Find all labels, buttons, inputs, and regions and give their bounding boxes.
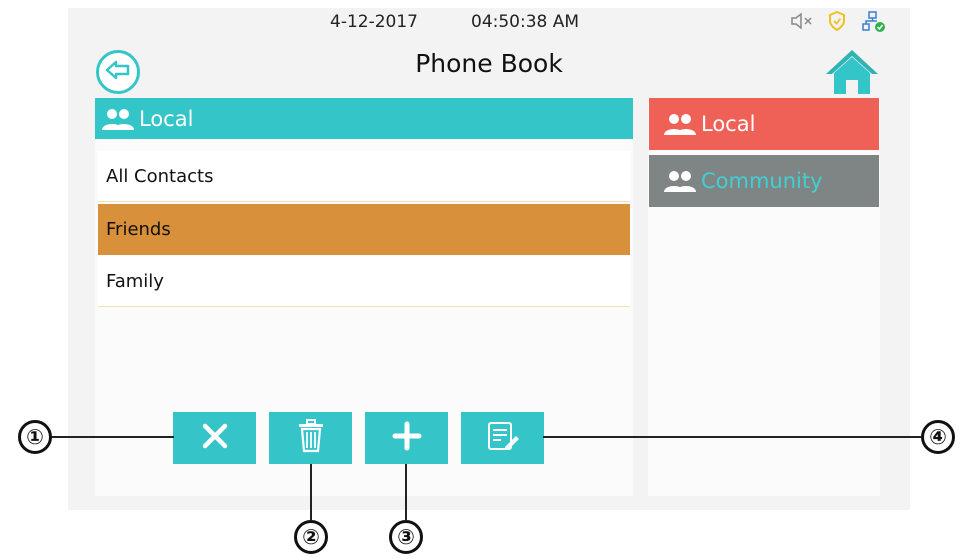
- community-button[interactable]: Community: [649, 155, 879, 207]
- local-button[interactable]: Local: [649, 98, 879, 150]
- list-item-all-contacts[interactable]: All Contacts: [98, 151, 630, 202]
- status-time: 04:50:38 AM: [471, 12, 580, 32]
- edit-button[interactable]: [461, 412, 544, 464]
- callout-line-3: [405, 464, 407, 520]
- list-item-friends[interactable]: Friends: [98, 204, 630, 255]
- group-header-label: Local: [139, 106, 194, 131]
- contacts-icon: [663, 168, 697, 194]
- callout-line-2: [310, 464, 312, 520]
- callout-4: ④: [921, 420, 955, 454]
- home-button[interactable]: [824, 46, 880, 98]
- list-item-label: Family: [106, 270, 164, 292]
- list-item-label: Friends: [106, 218, 171, 240]
- status-bar: 4-12-2017 04:50:38 AM: [68, 8, 910, 36]
- list-item-label: All Contacts: [106, 165, 214, 187]
- mute-icon: [790, 11, 814, 35]
- plus-icon: [392, 421, 422, 455]
- delete-button[interactable]: [269, 412, 352, 464]
- group-header: Local: [95, 98, 633, 139]
- shield-icon: [828, 10, 846, 35]
- list-item-family[interactable]: Family: [98, 256, 630, 307]
- network-icon: [862, 11, 886, 37]
- add-button[interactable]: [365, 412, 448, 464]
- callout-line-4: [543, 436, 921, 438]
- cancel-button[interactable]: [173, 412, 256, 464]
- trash-icon: [297, 419, 325, 457]
- contacts-icon: [663, 111, 697, 137]
- contacts-icon: [101, 106, 135, 132]
- callout-1: ①: [18, 420, 52, 454]
- callout-line-1: [52, 436, 174, 438]
- page-title: Phone Book: [415, 49, 563, 78]
- callout-2: ②: [294, 520, 328, 554]
- local-button-label: Local: [701, 112, 756, 136]
- callout-3: ③: [389, 520, 423, 554]
- status-date: 4-12-2017: [330, 12, 418, 32]
- community-button-label: Community: [701, 169, 823, 193]
- edit-icon: [485, 420, 521, 456]
- close-icon: [201, 422, 229, 454]
